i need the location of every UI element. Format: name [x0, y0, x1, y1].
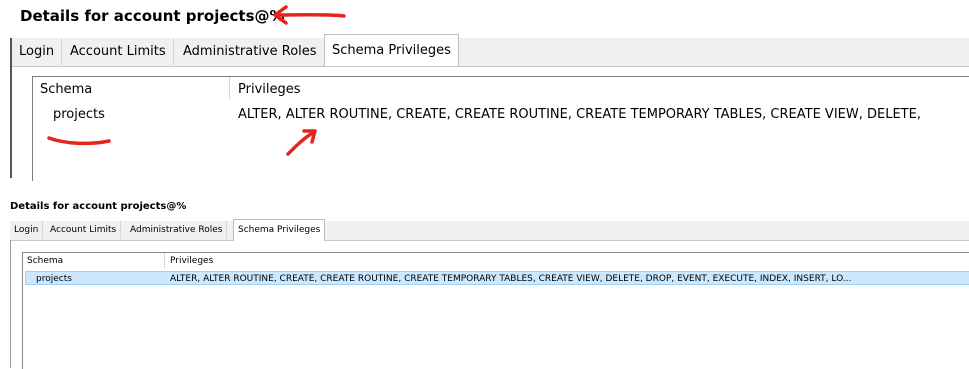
- column-divider: [164, 253, 165, 268]
- tab-account-limits[interactable]: Account Limits: [63, 38, 174, 65]
- tab-account-limits[interactable]: Account Limits: [46, 221, 122, 239]
- schema-privileges-list-small[interactable]: Schema Privileges projects ALTER, ALTER …: [22, 252, 969, 369]
- column-header-privileges[interactable]: Privileges: [170, 256, 213, 266]
- privileges-cell[interactable]: ALTER, ALTER ROUTINE, CREATE, CREATE ROU…: [238, 107, 921, 122]
- panel-border: [10, 240, 11, 368]
- tab-bar-small: Login Account Limits Administrative Role…: [10, 219, 969, 241]
- annotation-underline-icon: [47, 136, 111, 146]
- zoomed-account-details: Details for account projects@% Login Acc…: [0, 0, 969, 181]
- tab-login[interactable]: Login: [10, 221, 44, 239]
- tab-administrative-roles[interactable]: Administrative Roles: [126, 221, 228, 239]
- schema-cell[interactable]: projects: [36, 273, 72, 285]
- tab-administrative-roles[interactable]: Administrative Roles: [176, 38, 325, 65]
- table-row-selected[interactable]: projects ALTER, ALTER ROUTINE, CREATE, C…: [25, 271, 969, 285]
- column-header-privileges[interactable]: Privileges: [238, 82, 301, 97]
- account-details-title: Details for account projects@%: [20, 7, 285, 25]
- annotation-arrow-title-icon: [273, 5, 346, 25]
- column-header-schema[interactable]: Schema: [40, 82, 92, 97]
- schema-privileges-list[interactable]: Schema Privileges projects ALTER, ALTER …: [32, 76, 969, 181]
- privileges-cell[interactable]: ALTER, ALTER ROUTINE, CREATE, CREATE ROU…: [170, 273, 851, 285]
- column-header-schema[interactable]: Schema: [27, 256, 63, 266]
- tab-schema-privileges[interactable]: Schema Privileges: [233, 219, 326, 241]
- tab-login[interactable]: Login: [12, 38, 63, 65]
- tab-schema-privileges[interactable]: Schema Privileges: [324, 34, 459, 66]
- annotation-arrow-privileges-icon: [286, 129, 317, 156]
- column-divider: [229, 77, 230, 99]
- account-details-title-small: Details for account projects@%: [10, 201, 187, 212]
- tab-bar: Login Account Limits Administrative Role…: [12, 34, 969, 67]
- schema-cell[interactable]: projects: [53, 107, 105, 122]
